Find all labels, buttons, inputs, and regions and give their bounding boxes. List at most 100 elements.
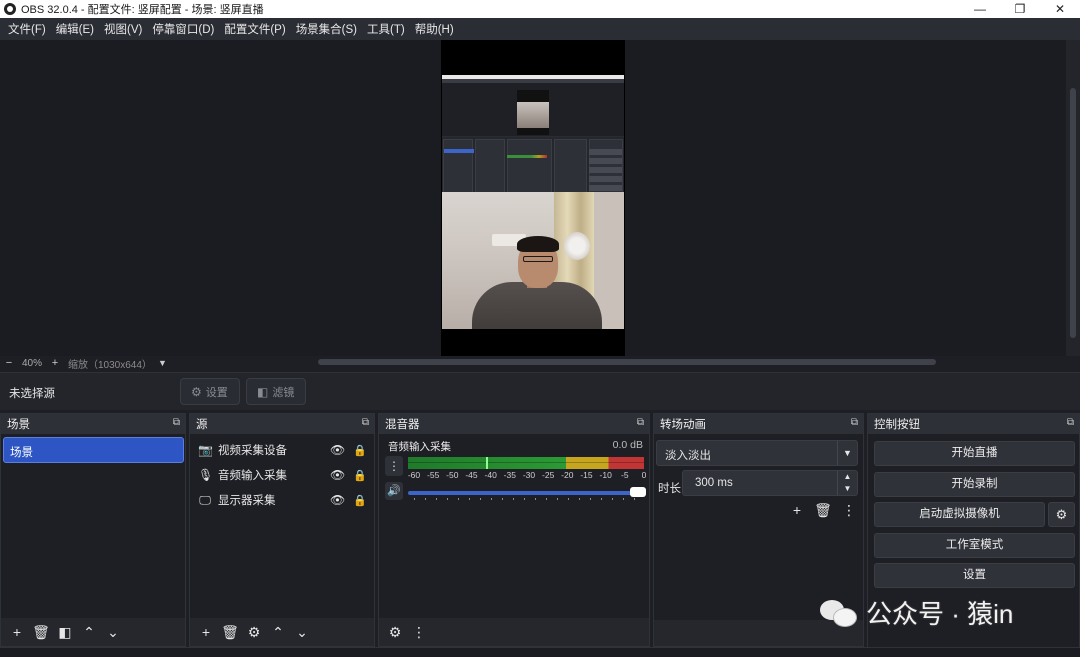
move-up-icon[interactable]: ⌃	[266, 624, 290, 641]
gear-icon[interactable]: ⚙	[1048, 502, 1075, 527]
lock-icon[interactable]: 🔒	[353, 469, 367, 482]
lock-icon[interactable]: 🔒	[353, 494, 367, 507]
source-item[interactable]: 🎙 音频输入采集 👁 🔒	[198, 464, 367, 486]
meter-tick-label: 0	[641, 470, 647, 480]
visibility-eye-icon[interactable]: 👁	[330, 443, 345, 457]
meter-tick-label: -30	[522, 470, 536, 480]
meter-tick-label: -55	[427, 470, 440, 480]
menu-edit[interactable]: 编辑(E)	[51, 21, 99, 37]
undock-icon[interactable]: ⧉	[362, 417, 369, 428]
transition-menu-icon[interactable]: ⋮	[836, 502, 862, 519]
scale-dropdown-icon[interactable]: ▼	[158, 358, 168, 368]
zoom-in-button[interactable]: +	[46, 357, 64, 369]
mixer-dock-footer: ⚙ ⋮	[379, 618, 649, 646]
advanced-audio-gear-icon[interactable]: ⚙	[383, 624, 407, 641]
channel-db: 0.0 dB	[612, 439, 643, 451]
sources-dock-header: 源 ⧉	[190, 414, 374, 434]
gear-icon: ⚙	[191, 384, 202, 399]
move-down-icon[interactable]: ⌄	[101, 624, 125, 641]
start-recording-button[interactable]: 开始录制	[874, 472, 1075, 497]
preview-area[interactable]	[0, 40, 1080, 356]
menu-tools[interactable]: 工具(T)	[362, 21, 410, 37]
wechat-watermark: 公众号 · 猿in	[818, 594, 1058, 630]
move-down-icon[interactable]: ⌄	[290, 624, 314, 641]
visibility-eye-icon[interactable]: 👁	[330, 468, 345, 482]
controls-dock-header: 控制按钮 ⧉	[868, 414, 1079, 434]
zoom-out-button[interactable]: −	[0, 357, 18, 369]
source-filters-button[interactable]: ◧ 滤镜	[246, 378, 306, 405]
status-bar	[0, 647, 1080, 657]
transitions-dock-header: 转场动画 ⧉	[654, 414, 863, 434]
duration-label: 时长	[658, 483, 681, 495]
undock-icon[interactable]: ⧉	[851, 417, 858, 428]
preview-canvas[interactable]	[441, 40, 625, 356]
filter-icon[interactable]: ◧	[53, 624, 77, 641]
mixer-menu-icon[interactable]: ⋮	[407, 624, 431, 641]
menu-docks[interactable]: 停靠窗口(D)	[147, 21, 219, 37]
minimize-button[interactable]: —	[960, 0, 1000, 18]
wechat-logo-icon	[818, 596, 860, 628]
meter-tick-label: -20	[561, 470, 574, 480]
meter-tick-label: -15	[580, 470, 593, 480]
undock-icon[interactable]: ⧉	[173, 417, 180, 428]
maximize-button[interactable]: ❐	[1000, 0, 1040, 18]
source-settings-button[interactable]: ⚙ 设置	[180, 378, 240, 405]
menu-file[interactable]: 文件(F)	[3, 21, 51, 37]
visibility-eye-icon[interactable]: 👁	[330, 493, 345, 507]
meter-tick-label: -25	[542, 470, 555, 480]
title-bar: OBS 32.0.4 - 配置文件: 竖屏配置 - 场景: 竖屏直播 — ❐ ✕	[0, 0, 1080, 18]
scene-list-item[interactable]: 场景	[3, 437, 184, 463]
menu-profile[interactable]: 配置文件(P)	[219, 21, 290, 37]
meter-peak	[486, 457, 488, 469]
settings-button[interactable]: 设置	[874, 563, 1075, 588]
menu-help[interactable]: 帮助(H)	[410, 21, 459, 37]
meter-tick-label: -40	[484, 470, 497, 480]
undock-icon[interactable]: ⧉	[1067, 417, 1074, 428]
channel-menu-icon[interactable]: ⋮	[385, 456, 403, 476]
add-scene-button[interactable]: +	[5, 624, 29, 640]
scale-label: 缩放（1030x644）	[68, 359, 152, 371]
undock-icon[interactable]: ⧉	[637, 417, 644, 428]
duration-spinbox[interactable]: 300 ms ▲ ▼	[682, 470, 858, 496]
audio-mixer-dock: 混音器 ⧉ 音频输入采集 0.0 dB ⋮ -60 -55 -50 -45 -40 -35…	[378, 413, 650, 647]
meter-tick-label: -50	[446, 470, 459, 480]
source-item[interactable]: 📷 视频采集设备 👁 🔒	[198, 439, 367, 461]
gear-icon[interactable]: ⚙	[242, 624, 266, 641]
transition-select[interactable]: 淡入淡出 ▼	[656, 440, 858, 466]
menu-scene-collection[interactable]: 场景集合(S)	[291, 21, 362, 37]
preview-horizontal-scrollbar[interactable]	[318, 359, 936, 365]
add-transition-button[interactable]: +	[784, 502, 810, 519]
zoom-level: 40%	[21, 357, 42, 369]
source-item[interactable]: 🖵 显示器采集 👁 🔒	[198, 489, 367, 511]
sources-dock: 源 ⧉ 📷 视频采集设备 👁 🔒 🎙 音频输入采集 👁 🔒 🖵 显示器采集 👁 …	[189, 413, 375, 647]
delete-icon[interactable]: 🗑	[810, 502, 836, 519]
move-up-icon[interactable]: ⌃	[77, 624, 101, 641]
spinner-arrows-icon[interactable]: ▲ ▼	[837, 471, 857, 495]
volume-slider[interactable]	[408, 487, 646, 497]
volume-slider-handle[interactable]	[630, 487, 646, 497]
meter-tick-label: -5	[621, 470, 629, 480]
no-source-selected-label: 未选择源	[9, 388, 55, 400]
window-title: OBS 32.0.4 - 配置文件: 竖屏配置 - 场景: 竖屏直播	[21, 4, 264, 16]
speaker-icon[interactable]: 🔊	[385, 482, 403, 500]
close-button[interactable]: ✕	[1040, 0, 1080, 18]
scenes-dock: 场景 ⧉ 场景 + 🗑 ◧ ⌃ ⌄	[0, 413, 186, 647]
preview-vertical-scrollbar[interactable]	[1066, 40, 1080, 356]
studio-mode-button[interactable]: 工作室模式	[874, 533, 1075, 558]
menu-view[interactable]: 视图(V)	[99, 21, 147, 37]
monitor-icon: 🖵	[199, 492, 211, 507]
add-source-button[interactable]: +	[194, 624, 218, 640]
filter-icon: ◧	[257, 384, 269, 399]
mixer-channel: 音频输入采集 0.0 dB ⋮ -60 -55 -50 -45 -40 -35 -30 -25…	[381, 436, 649, 502]
channel-name: 音频输入采集	[388, 441, 451, 453]
lock-icon[interactable]: 🔒	[353, 444, 367, 457]
start-streaming-button[interactable]: 开始直播	[874, 441, 1075, 466]
meter-ticks: -60 -55 -50 -45 -40 -35 -30 -25 -20 -15 -10 -5 0	[408, 470, 648, 482]
start-virtual-camera-button[interactable]: 启动虚拟摄像机	[874, 502, 1045, 527]
delete-icon[interactable]: 🗑	[218, 624, 242, 641]
meter-tick-label: -60	[407, 470, 421, 480]
menu-bar: 文件(F) 编辑(E) 视图(V) 停靠窗口(D) 配置文件(P) 场景集合(S…	[0, 18, 1080, 40]
mixer-dock-header: 混音器 ⧉	[379, 414, 649, 434]
microphone-icon: 🎙	[198, 468, 214, 482]
delete-icon[interactable]: 🗑	[29, 624, 53, 641]
